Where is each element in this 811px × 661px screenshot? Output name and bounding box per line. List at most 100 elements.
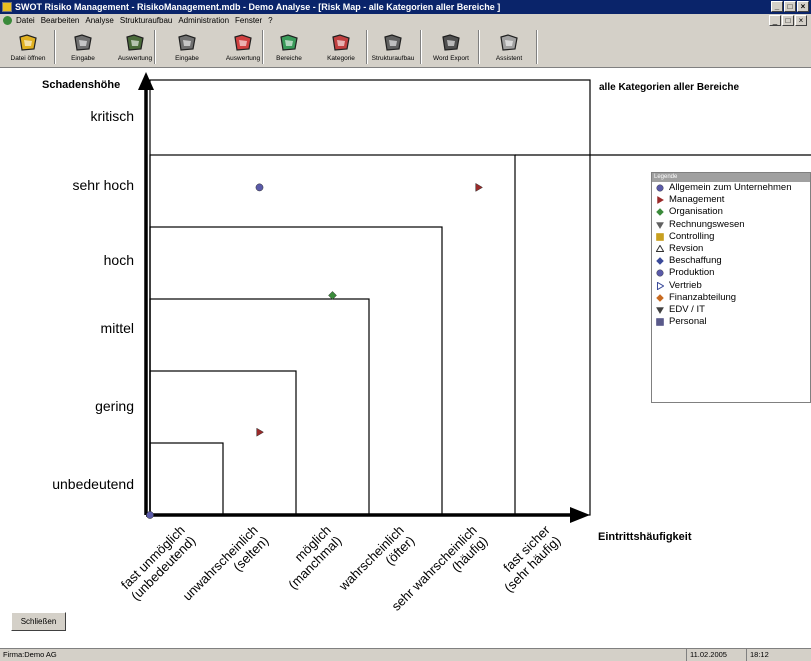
- legend: Legende Allgemein zum Unternehmen Managem…: [651, 172, 811, 403]
- legend-symbol-icon: [656, 184, 664, 192]
- y-tick-label: hoch: [104, 252, 134, 268]
- app-icon: [2, 2, 12, 12]
- legend-item: Rechnungswesen: [652, 219, 810, 231]
- menu-bar: Datei Bearbeiten Analyse Strukturaufbau Admi…: [0, 14, 811, 27]
- data-point: [146, 511, 154, 519]
- data-point: [328, 291, 337, 300]
- structure-icon: [384, 34, 402, 51]
- toolbar-button-3[interactable]: Eingabe: [162, 29, 212, 65]
- toolbar-button-7[interactable]: Strukturaufbau: [368, 29, 418, 65]
- toolbar-button-8[interactable]: Word Export: [426, 29, 476, 65]
- toolbar-button-5[interactable]: Bereiche: [264, 29, 314, 65]
- toolbar-label: Auswertung: [117, 55, 153, 62]
- y-axis-label: Schadenshöhe: [42, 79, 120, 91]
- mdi-close-button[interactable]: ×: [795, 15, 807, 26]
- legend-label: Allgemein zum Unternehmen: [669, 182, 792, 193]
- legend-symbol-icon: [656, 257, 664, 266]
- menu-item-0[interactable]: Datei: [16, 14, 35, 27]
- legend-symbol-icon: [656, 318, 664, 326]
- close-button[interactable]: Schließen: [11, 612, 66, 631]
- status-time: 18:12: [746, 649, 780, 661]
- y-tick-label: mittel: [101, 320, 134, 336]
- title-bar: SWOT Risiko Management - RisikoManagemen…: [0, 0, 811, 14]
- toolbar-button-9[interactable]: Assistent: [484, 29, 534, 65]
- menu-item-1[interactable]: Bearbeiten: [41, 14, 80, 27]
- x-axis-label: Eintrittshäufigkeit: [598, 531, 692, 543]
- legend-label: EDV / IT: [669, 303, 705, 315]
- legend-symbol-icon: [657, 196, 664, 205]
- legend-symbol-icon: [656, 281, 664, 290]
- toolbar-label: Word Export: [432, 55, 469, 62]
- legend-item: Finanzabteilung: [652, 292, 810, 304]
- input-icon: [74, 34, 92, 51]
- plot-frame: [149, 79, 591, 516]
- legend-label: Personal: [669, 316, 707, 328]
- x-tick-label: fast sicher(sehr häufig): [500, 522, 563, 595]
- y-tick-label: unbedeutend: [52, 476, 134, 492]
- legend-item: Management: [652, 194, 810, 206]
- legend-symbol-icon: [656, 244, 664, 252]
- legend-item: EDV / IT: [652, 304, 810, 316]
- toolbar-label: Eingabe: [71, 55, 95, 62]
- toolbar-button-1[interactable]: Eingabe: [58, 29, 108, 65]
- legend-label: Produktion: [669, 267, 715, 279]
- toolbar-button-0[interactable]: Datei öffnen: [3, 29, 53, 65]
- document-icon: [3, 16, 12, 25]
- data-point: [256, 427, 264, 437]
- close-window-button[interactable]: ×: [797, 1, 809, 12]
- legend-label: Finanzabteilung: [669, 291, 737, 303]
- legend-label: Organisation: [669, 206, 723, 218]
- toolbar-button-6[interactable]: Kategorie: [316, 29, 366, 65]
- evaluation-icon: [234, 34, 252, 51]
- evaluation-icon: [126, 34, 144, 51]
- risk-zone-1: [149, 442, 224, 516]
- toolbar-label: Assistent: [495, 55, 523, 62]
- toolbar-label: Eingabe: [175, 55, 199, 62]
- legend-symbol-icon: [656, 232, 664, 241]
- legend-title: Legende: [652, 173, 810, 182]
- status-bar: Firma:Demo AG 11.02.2005 18:12: [0, 648, 811, 661]
- minimize-button[interactable]: _: [771, 1, 783, 12]
- toolbar-separator: [420, 30, 422, 64]
- maximize-button[interactable]: □: [784, 1, 796, 12]
- menu-item-2[interactable]: Analyse: [85, 14, 113, 27]
- data-point: [475, 182, 483, 192]
- y-tick-label: gering: [95, 398, 134, 414]
- legend-symbol-icon: [656, 307, 664, 314]
- legend-item: Allgemein zum Unternehmen: [652, 182, 810, 194]
- risk-zone-5: [149, 154, 516, 516]
- toolbar-separator: [54, 30, 56, 64]
- toolbar-separator: [536, 30, 538, 64]
- category-icon: [332, 34, 350, 51]
- legend-item: Revsion: [652, 243, 810, 255]
- menu-item-4[interactable]: Administration: [178, 14, 229, 27]
- chart-title: alle Kategorien aller Bereiche: [599, 82, 740, 93]
- data-point: [255, 183, 264, 192]
- legend-item: Produktion: [652, 267, 810, 279]
- legend-symbol-icon: [656, 208, 664, 217]
- x-axis-arrow: [570, 507, 590, 523]
- menu-item-3[interactable]: Strukturaufbau: [120, 14, 172, 27]
- status-date: 11.02.2005: [686, 649, 746, 661]
- window-title: SWOT Risiko Management - RisikoManagemen…: [15, 2, 501, 12]
- legend-symbol-icon: [656, 293, 664, 302]
- toolbar-separator: [478, 30, 480, 64]
- menu-item-5[interactable]: Fenster: [235, 14, 262, 27]
- x-tick-label: unwahrscheinlich(selten): [180, 522, 272, 603]
- areas-icon: [280, 34, 298, 51]
- risk-zone-3: [149, 298, 370, 516]
- y-tick-label: sehr hoch: [73, 177, 134, 193]
- legend-item: Personal: [652, 316, 810, 328]
- toolbar: Datei öffnen Eingabe Auswertung Eingabe Ausw…: [0, 27, 811, 68]
- legend-label: Vertrieb: [669, 279, 702, 291]
- y-axis-arrow: [138, 72, 154, 90]
- y-tick-label: kritisch: [90, 108, 134, 124]
- toolbar-button-2[interactable]: Auswertung: [110, 29, 160, 65]
- status-company: Firma:Demo AG: [3, 650, 57, 659]
- mdi-restore-button[interactable]: □: [782, 15, 794, 26]
- word-export-icon: [442, 34, 460, 51]
- legend-item: Vertrieb: [652, 280, 810, 292]
- toolbar-button-4[interactable]: Auswertung: [218, 29, 268, 65]
- mdi-minimize-button[interactable]: _: [769, 15, 781, 26]
- menu-item-6[interactable]: ?: [268, 14, 272, 27]
